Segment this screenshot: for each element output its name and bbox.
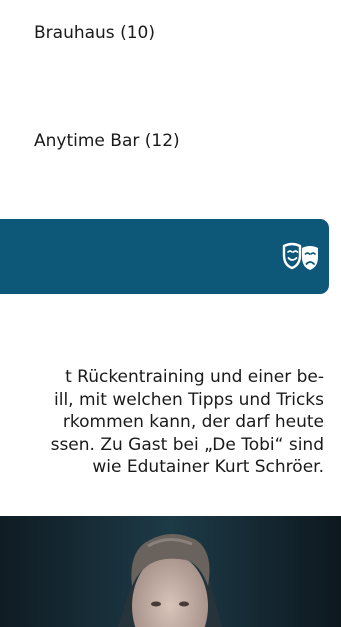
event-photo <box>0 516 341 627</box>
venue-item-label: Brauhaus (10) <box>34 23 155 43</box>
performer-portrait-image <box>0 516 341 627</box>
event-description: t Rückentraining und einer be- ill, mit … <box>50 367 324 477</box>
category-header-bar[interactable] <box>0 219 329 294</box>
venue-item-label: Anytime Bar (12) <box>34 131 180 151</box>
venue-item-brauhaus[interactable]: Brauhaus (10) <box>34 22 155 44</box>
theater-masks-icon <box>281 240 321 272</box>
venue-item-anytime-bar[interactable]: Anytime Bar (12) <box>34 130 180 152</box>
category-bar-background <box>0 219 329 294</box>
